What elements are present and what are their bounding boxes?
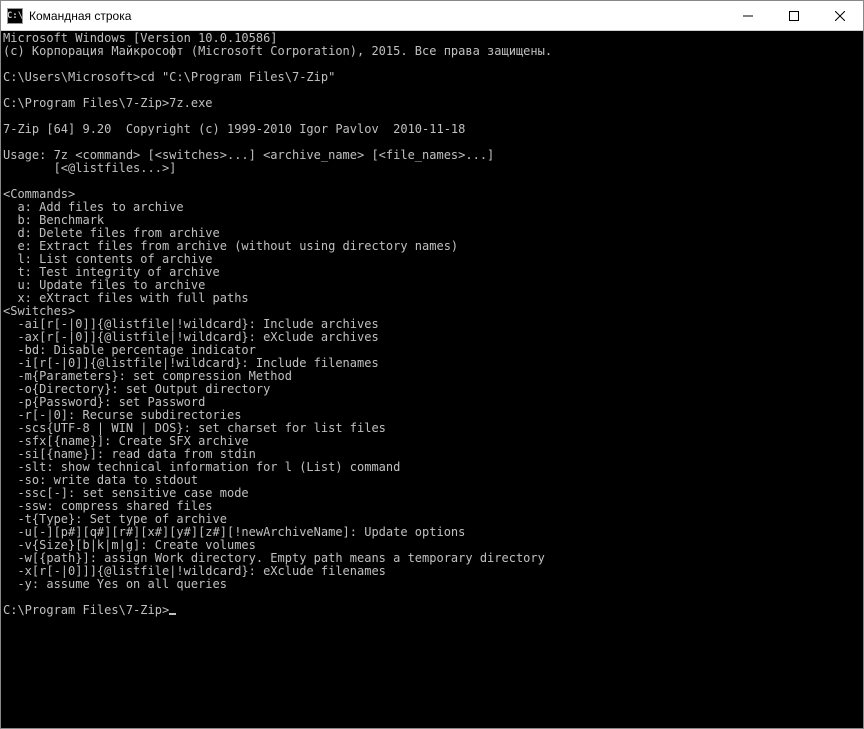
terminal-line [3,175,861,188]
terminal-line: (с) Корпорация Майкрософт (Microsoft Cor… [3,45,861,58]
minimize-button[interactable] [725,1,771,30]
terminal-line: C:\Program Files\7-Zip>7z.exe [3,97,861,110]
window-controls [725,1,863,30]
maximize-button[interactable] [771,1,817,30]
terminal-line: 7-Zip [64] 9.20 Copyright (c) 1999-2010 … [3,123,861,136]
terminal-line: [<@listfiles...>] [3,162,861,175]
terminal-line: C:\Program Files\7-Zip> [3,604,861,617]
terminal-output[interactable]: Microsoft Windows [Version 10.0.10586](с… [1,31,863,728]
maximize-icon [789,11,799,21]
window-title: Командная строка [29,9,725,23]
close-icon [835,11,845,21]
app-icon-text: C:\ [7,11,23,21]
cursor [169,613,176,615]
terminal-line: C:\Users\Microsoft>cd "C:\Program Files\… [3,71,861,84]
terminal-line: -y: assume Yes on all queries [3,578,861,591]
minimize-icon [743,11,753,21]
app-icon: C:\ [7,8,23,24]
terminal-line: a: Add files to archive [3,201,861,214]
close-button[interactable] [817,1,863,30]
terminal-line: x: eXtract files with full paths [3,292,861,305]
titlebar[interactable]: C:\ Командная строка [1,1,863,31]
command-prompt-window: C:\ Командная строка Microsoft Windows [… [0,0,864,729]
